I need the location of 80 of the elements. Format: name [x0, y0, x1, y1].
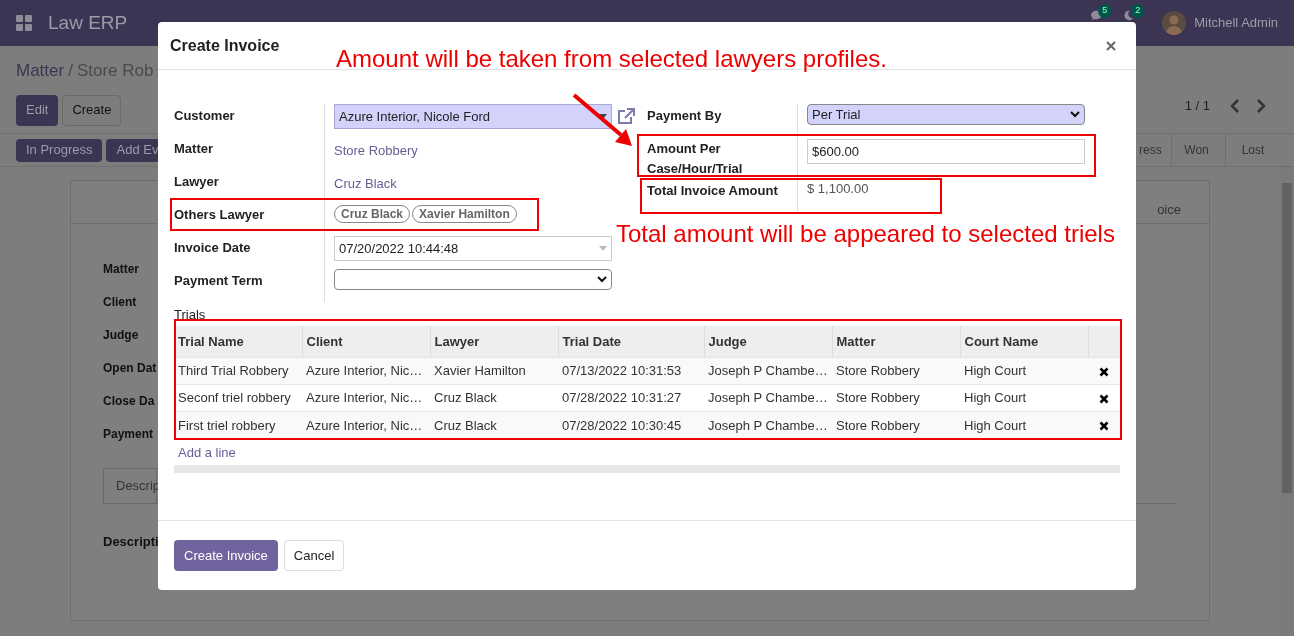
- user-name[interactable]: Mitchell Admin: [1194, 13, 1278, 33]
- record-link[interactable]: Store Robbery: [334, 137, 418, 161]
- amount-input[interactable]: $600.00: [807, 139, 1085, 164]
- total-amount: $ 1,100.00: [807, 180, 869, 198]
- date-field[interactable]: 07/20/2022 10:44:48: [334, 236, 612, 261]
- chevron-icon[interactable]: [1070, 111, 1080, 118]
- delete-icon[interactable]: [1099, 366, 1109, 377]
- dialog-title: Create Invoice: [170, 35, 280, 56]
- table-cell: Store Robbery: [832, 384, 960, 412]
- table-cell: High Court: [960, 411, 1088, 439]
- field-label: Others Lawyer: [174, 206, 266, 224]
- table-cell: Azure Interior, Nic…: [302, 384, 430, 412]
- stage-step[interactable]: Won: [1171, 133, 1221, 167]
- avatar[interactable]: [1162, 11, 1187, 35]
- table-cell: Azure Interior, Nic…: [302, 411, 430, 439]
- action-button[interactable]: Add Ev: [106, 138, 161, 162]
- field-label: Matter: [103, 261, 139, 278]
- previous-icon[interactable]: [1230, 98, 1240, 113]
- breadcrumb-separator: /: [68, 60, 73, 82]
- field-label: Open Dat: [103, 360, 157, 377]
- arrow: [571, 92, 635, 148]
- sheet-tab[interactable]: oice: [1157, 199, 1181, 219]
- table-cell: 07/28/2022 10:31:27: [558, 384, 704, 412]
- payment-by-select[interactable]: Per Trial: [807, 104, 1085, 125]
- field-label: Judge: [103, 327, 139, 344]
- field-label: Invoice Date: [174, 239, 252, 257]
- table-cell: High Court: [960, 384, 1088, 412]
- create-button[interactable]: Create: [62, 94, 122, 126]
- moon-icon[interactable]: [1123, 10, 1135, 21]
- field-label: Close Da: [103, 393, 155, 410]
- table-cell: Store Robbery: [832, 411, 960, 439]
- close-icon[interactable]: [1106, 40, 1116, 51]
- annotation-text: Amount will be taken from selected lawyers profiles.: [336, 44, 887, 74]
- table-cell: 07/28/2022 10:30:45: [558, 411, 704, 439]
- table-cell: Azure Interior, Nic…: [302, 357, 430, 385]
- field-label: Customer: [174, 107, 236, 125]
- table-cell: Joseph P Chambe…: [704, 384, 832, 412]
- field-label: Client: [103, 294, 137, 311]
- field-label: Matter: [174, 140, 214, 158]
- app-title[interactable]: Law ERP: [48, 8, 128, 38]
- table-cell: Cruz Black: [430, 384, 558, 412]
- external-link-icon[interactable]: [616, 107, 636, 126]
- delete-icon[interactable]: [1099, 421, 1109, 432]
- notification-count: 5: [1098, 4, 1112, 18]
- table-cell: Third Trial Robbery: [174, 357, 302, 385]
- annotation-text: Total amount will be appeared to selected triels: [616, 219, 1115, 249]
- stage-step[interactable]: Lost: [1225, 133, 1280, 167]
- edit-button[interactable]: Edit: [16, 94, 59, 126]
- add-line-link[interactable]: Add a line: [178, 442, 236, 462]
- field-label: Payment Term: [174, 272, 264, 290]
- table-cell: High Court: [960, 357, 1088, 385]
- dropdown-caret-icon[interactable]: [599, 114, 607, 119]
- field-label: Total Invoice Amount: [647, 182, 779, 200]
- field-label: Payment By: [647, 107, 723, 125]
- stage-step[interactable]: ress: [1139, 133, 1167, 167]
- field-label: Lawyer: [174, 173, 220, 191]
- chevron-icon[interactable]: [597, 276, 607, 283]
- notification-count: 2: [1131, 4, 1145, 18]
- delete-icon[interactable]: [1099, 393, 1109, 404]
- create-invoice-button[interactable]: Create Invoice: [174, 540, 278, 571]
- customer-field[interactable]: Azure Interior, Nicole Ford: [334, 104, 612, 129]
- table-cell: Seconf triel robbery: [174, 384, 302, 412]
- table-cell: Joseph P Chambe…: [704, 411, 832, 439]
- table-cell: Xavier Hamilton: [430, 357, 558, 385]
- section-label: Trials: [174, 306, 207, 324]
- table-cell: 07/13/2022 10:31:53: [558, 357, 704, 385]
- next-icon[interactable]: [1256, 98, 1266, 113]
- pager-value: 1 / 1: [1184, 97, 1210, 115]
- field-label: Amount Per Case/Hour/Trial: [647, 140, 744, 178]
- field-label: Payment: [103, 426, 154, 443]
- record-link[interactable]: Cruz Black: [334, 170, 397, 194]
- action-button[interactable]: In Progress: [16, 138, 103, 162]
- table-cell: First triel robbery: [174, 411, 302, 439]
- apps-menu-icon[interactable]: [16, 15, 32, 31]
- notebook-tab[interactable]: Descrip: [103, 468, 157, 503]
- table-cell: Joseph P Chambe…: [704, 357, 832, 385]
- cancel-button[interactable]: Cancel: [283, 540, 345, 571]
- table-cell: Cruz Black: [430, 411, 558, 439]
- field-label: Descripti: [103, 533, 160, 551]
- table-cell: Store Robbery: [832, 357, 960, 385]
